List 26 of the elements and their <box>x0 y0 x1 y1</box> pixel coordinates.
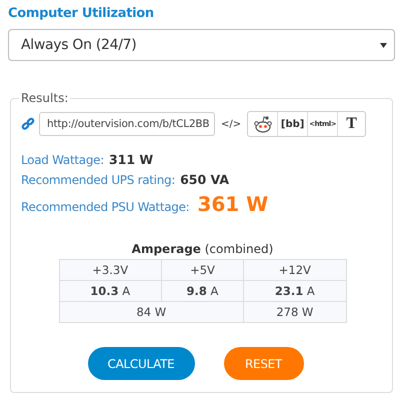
table-cell: 278 W <box>244 302 346 322</box>
table-cell: 23.1 A <box>244 280 346 302</box>
stat-label: Recommended PSU Wattage: <box>21 200 190 214</box>
stat-label: Load Wattage: <box>21 153 104 167</box>
field-label: Computer Utilization <box>8 6 155 23</box>
results-legend: Results: <box>19 91 70 105</box>
link-icon <box>21 117 35 131</box>
reddit-icon <box>252 115 273 133</box>
stat-value: 650 VA <box>180 172 230 187</box>
table-cell: 9.8 A <box>161 280 244 302</box>
utilization-select[interactable]: Always On (24/7) <box>8 29 395 61</box>
stat-value: 361 W <box>197 192 268 216</box>
table-cell: 84 W <box>59 302 244 322</box>
table-cell: +12V <box>244 260 346 280</box>
table-cell: +3.3V <box>59 260 162 280</box>
stat-label: Recommended UPS rating: <box>21 173 176 187</box>
share-url-field[interactable]: http://outervision.com/b/tCL2BB <box>39 112 215 136</box>
caret-icon <box>380 42 387 48</box>
stat-value: 311 W <box>108 152 154 167</box>
bbcode-share-button[interactable]: [bb] <box>277 112 308 136</box>
calculate-button[interactable]: CALCULATE <box>88 347 194 380</box>
embed-code-button[interactable]: </> <box>221 118 242 130</box>
amperage-title: Amperage (combined) <box>130 242 274 256</box>
table-cell: +5V <box>161 260 244 280</box>
text-share-button[interactable]: T <box>337 112 366 136</box>
table-cell: 10.3 A <box>59 280 162 302</box>
